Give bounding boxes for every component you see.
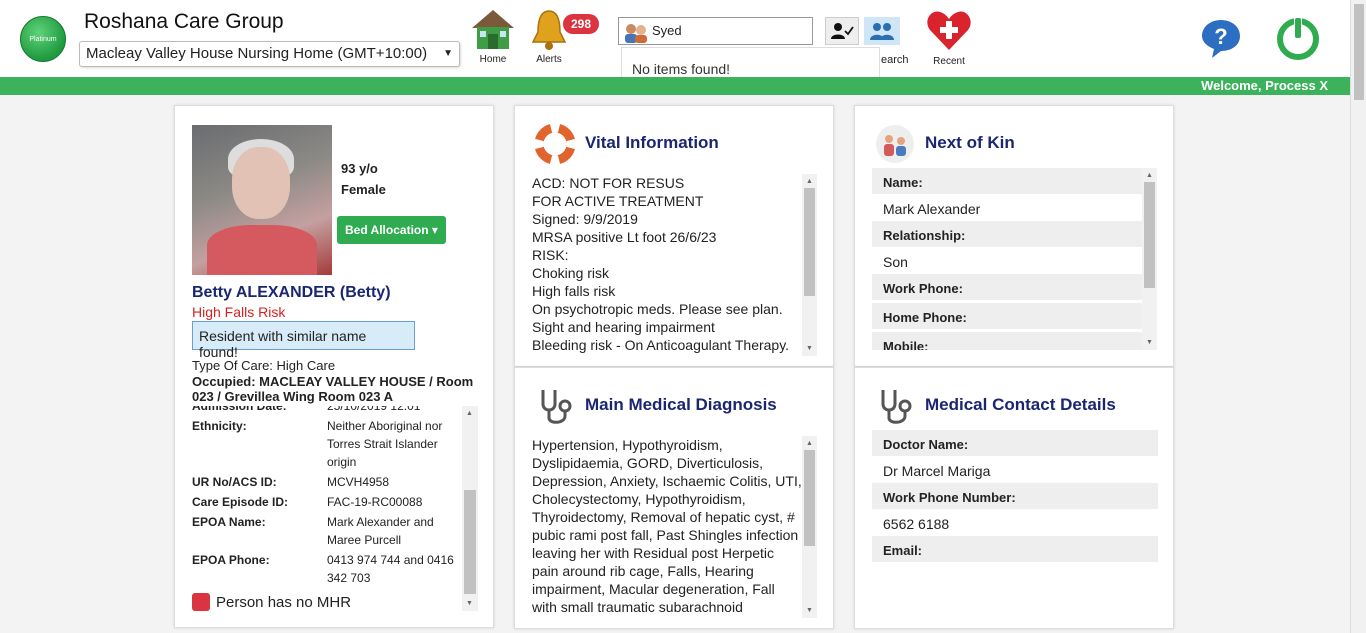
power-icon <box>1277 16 1319 60</box>
similar-name-notice[interactable]: Resident with similar name found! <box>192 321 415 360</box>
scrollbar-thumb[interactable] <box>1144 182 1155 288</box>
welcome-bar: Welcome, Process X <box>0 77 1350 95</box>
scroll-down-icon[interactable]: ▼ <box>806 345 813 352</box>
stethoscope-icon <box>881 390 912 424</box>
nok-work-phone-label: Work Phone: <box>872 274 1142 300</box>
scroll-up-icon[interactable]: ▲ <box>806 440 813 447</box>
family-icon <box>876 125 914 163</box>
detail-row: Admission Date: 25/10/2019 12:01 <box>192 406 421 413</box>
help-icon: ? <box>1202 20 1240 58</box>
scrollbar-thumb[interactable] <box>1354 4 1364 100</box>
email-label: Email: <box>872 536 1158 562</box>
detail-row: EPOA Name: Mark Alexander and Maree Purce… <box>192 515 434 547</box>
work-phone-number-label: Work Phone Number: <box>872 483 1158 509</box>
mhr-status-icon <box>192 593 210 611</box>
facility-select-value: Macleay Valley House Nursing Home (GMT+1… <box>86 45 428 62</box>
vital-information-panel: Vital Information ACD: NOT FOR RESUS FOR … <box>514 105 834 367</box>
resident-search-input[interactable]: Syed <box>618 17 813 45</box>
nok-home-phone-label: Home Phone: <box>872 303 1142 329</box>
search-label: earch <box>881 54 909 66</box>
stethoscope-icon <box>541 390 572 424</box>
welcome-text: Welcome, Process X <box>1201 78 1328 93</box>
vital-scrollbar[interactable]: ▲ ▼ <box>802 174 817 356</box>
group-search-button[interactable] <box>864 17 900 45</box>
facility-select[interactable]: Macleay Valley House Nursing Home (GMT+1… <box>79 41 460 67</box>
detail-row: EPOA Phone: 0413 974 744 and 0416 342 703 <box>192 553 454 585</box>
alerts-button[interactable]: Alerts <box>530 8 568 65</box>
next-of-kin-fields: Name: Mark Alexander Relationship: Son W… <box>872 168 1142 350</box>
bed-allocation-button[interactable]: Bed Allocation ▾ <box>337 216 446 244</box>
medical-diagnosis-title: Main Medical Diagnosis <box>585 395 777 414</box>
scroll-down-icon[interactable]: ▼ <box>1146 339 1153 346</box>
detail-row: UR No/ACS ID: MCVH4958 <box>192 475 390 489</box>
user-check-icon <box>831 23 854 39</box>
scroll-up-icon[interactable]: ▲ <box>466 410 473 417</box>
resident-photo <box>192 125 332 275</box>
heart-plus-icon <box>927 11 971 51</box>
scroll-up-icon[interactable]: ▲ <box>806 178 813 185</box>
medical-contact-title: Medical Contact Details <box>925 395 1116 414</box>
resident-details-list: Admission Date: 25/10/2019 12:01 Ethnicit… <box>192 406 477 611</box>
occupied-room: Occupied: MACLEAY VALLEY HOUSE / Room 02… <box>192 374 474 404</box>
details-scrollbar[interactable]: ▲ ▼ <box>462 406 478 611</box>
medical-contact-panel: Medical Contact Details Doctor Name: Dr … <box>854 367 1174 629</box>
medical-contact-fields: Doctor Name: Dr Marcel Mariga Work Phone… <box>872 430 1158 612</box>
home-button[interactable]: Home <box>470 8 516 65</box>
resident-gender: Female <box>341 182 386 197</box>
resident-age: 93 y/o <box>341 161 378 176</box>
nok-relationship-label: Relationship: <box>872 221 1142 247</box>
no-results-text: No items found! <box>632 61 731 77</box>
help-button[interactable]: ? <box>1200 18 1242 65</box>
medical-diagnosis-text: Hypertension, Hypothyroidism, Dyslipidae… <box>532 437 802 618</box>
recent-button[interactable]: Recent <box>925 8 973 67</box>
mhr-status: Person has no MHR <box>192 593 351 611</box>
diagnosis-scrollbar[interactable]: ▲ ▼ <box>802 436 817 618</box>
scrollbar-thumb[interactable] <box>804 188 815 296</box>
next-of-kin-title: Next of Kin <box>925 133 1015 152</box>
alerts-count-badge: 298 <box>563 14 600 34</box>
nok-name-value: Mark Alexander <box>883 201 981 217</box>
org-name: Roshana Care Group <box>84 10 284 33</box>
detail-row: Ethnicity: Neither Aboriginal nor Torres … <box>192 419 443 469</box>
doctor-name-label: Doctor Name: <box>872 430 1158 456</box>
home-icon <box>472 10 514 49</box>
vital-information-text: ACD: NOT FOR RESUS FOR ACTIVE TREATMENT Si… <box>532 175 790 353</box>
people-icon <box>625 24 647 43</box>
bell-icon <box>531 10 567 50</box>
platinum-logo: Platinum <box>20 16 66 62</box>
next-of-kin-panel: Next of Kin Name: Mark Alexander Relatio… <box>854 105 1174 367</box>
detail-row: Care Episode ID: FAC-19-RC00088 <box>192 495 423 509</box>
nok-scrollbar[interactable]: ▲ ▼ <box>1142 168 1157 350</box>
type-of-care: Type Of Care: High Care <box>192 358 336 373</box>
users-icon <box>870 23 894 40</box>
caret-down-icon: ▾ <box>431 223 438 237</box>
lifebuoy-icon <box>535 124 575 164</box>
resident-profile-panel: 93 y/o Female Bed Allocation ▾ Betty ALE… <box>174 105 494 628</box>
doctor-name-value: Dr Marcel Mariga <box>883 463 991 479</box>
scroll-down-icon[interactable]: ▼ <box>466 600 473 607</box>
nok-relationship-value: Son <box>883 254 908 270</box>
vital-information-title: Vital Information <box>585 133 719 152</box>
nok-name-label: Name: <box>872 168 1142 194</box>
select-user-button[interactable] <box>825 17 859 45</box>
page-scrollbar[interactable] <box>1350 0 1366 633</box>
chevron-down-icon: ▼ <box>443 48 453 59</box>
falls-risk-label: High Falls Risk <box>192 304 286 320</box>
resident-name: Betty ALEXANDER (Betty) <box>192 284 391 301</box>
app-header: Platinum Roshana Care Group Macleay Vall… <box>0 0 1350 94</box>
scrollbar-thumb[interactable] <box>804 450 815 546</box>
logout-button[interactable] <box>1277 16 1319 65</box>
svg-text:?: ? <box>1214 24 1227 49</box>
medical-diagnosis-panel: Main Medical Diagnosis Hypertension, Hyp… <box>514 367 834 629</box>
scroll-down-icon[interactable]: ▼ <box>806 607 813 614</box>
scrollbar-thumb[interactable] <box>464 490 476 594</box>
scroll-up-icon[interactable]: ▲ <box>1146 172 1153 179</box>
work-phone-number-value: 6562 6188 <box>883 516 950 532</box>
nok-mobile-label: Mobile: <box>872 332 1142 350</box>
